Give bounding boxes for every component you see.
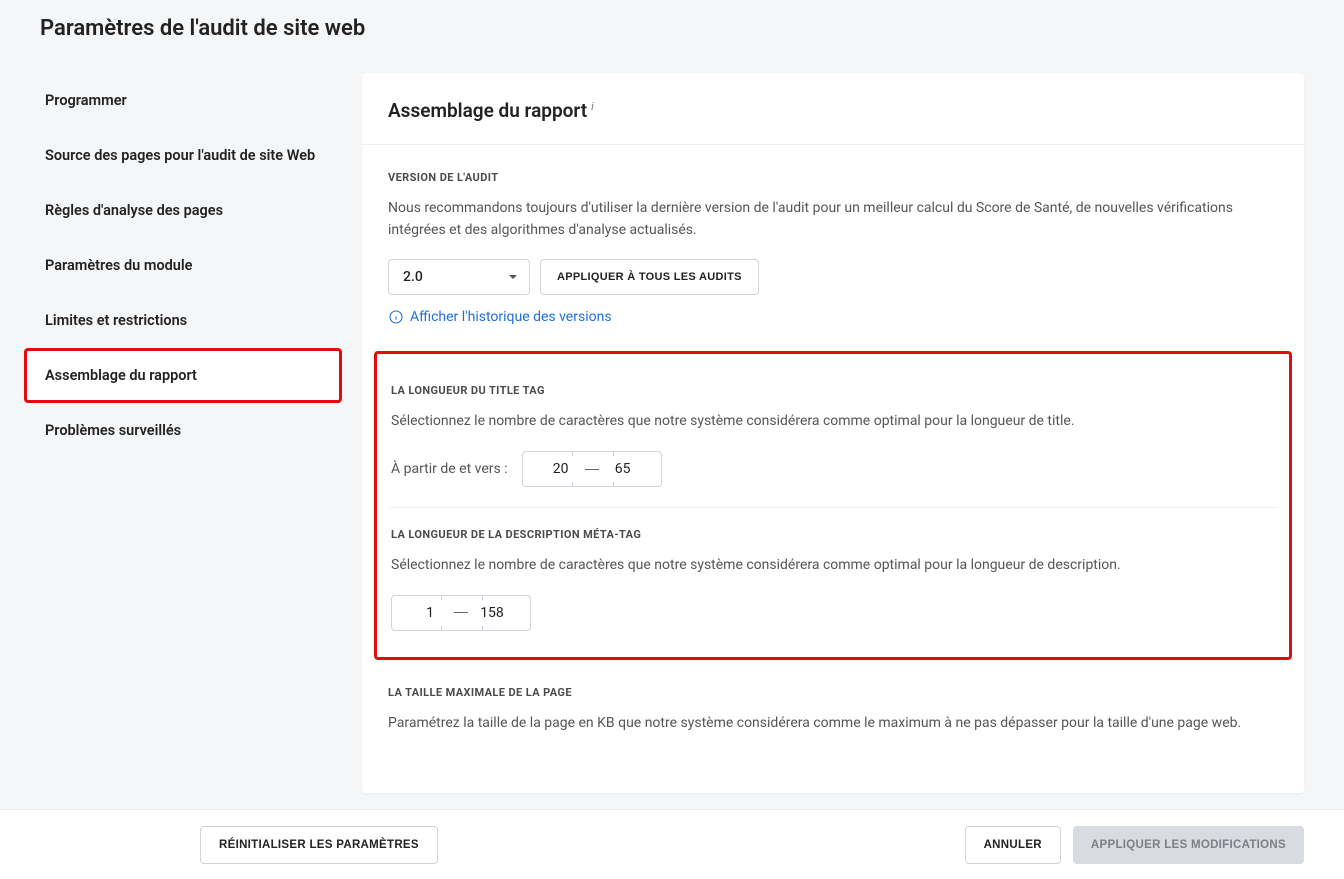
section-audit-version: VERSION DE L'AUDIT Nous recommandons tou… <box>362 145 1304 351</box>
meta-desc-to-value[interactable]: 158 <box>468 605 516 621</box>
audit-version-value: 2.0 <box>403 269 423 285</box>
title-tag-range-label: À partir de et vers : <box>391 461 508 477</box>
audit-version-description: Nous recommandons toujours d'utiliser la… <box>388 198 1278 241</box>
section-title-tag-length: LA LONGUEUR DU TITLE TAG Sélectionnez le… <box>389 364 1277 508</box>
cancel-button[interactable]: ANNULER <box>965 826 1061 864</box>
sidebar-item-monitored-issues[interactable]: Problèmes surveillés <box>24 403 342 458</box>
reset-settings-button[interactable]: RÉINITIALISER LES PARAMÈTRES <box>200 826 438 864</box>
version-history-link[interactable]: Afficher l'historique des versions <box>388 309 612 325</box>
title-tag-label: LA LONGUEUR DU TITLE TAG <box>391 384 1275 397</box>
title-tag-range-input[interactable]: 20 65 <box>522 451 662 487</box>
meta-desc-description: Sélectionnez le nombre de caractères que… <box>391 555 1275 577</box>
sidebar-item-limits[interactable]: Limites et restrictions <box>24 293 342 348</box>
panel-heading: Assemblage du rapport i <box>388 99 594 122</box>
meta-desc-range-input[interactable]: 1 158 <box>391 595 531 631</box>
meta-desc-label: LA LONGUEUR DE LA DESCRIPTION MÉTA-TAG <box>391 528 1275 541</box>
chevron-down-icon <box>507 271 519 283</box>
range-dash-icon <box>454 612 468 613</box>
sidebar-item-report-assembly[interactable]: Assemblage du rapport <box>24 348 342 403</box>
version-history-text: Afficher l'historique des versions <box>410 309 612 325</box>
title-tag-description: Sélectionnez le nombre de caractères que… <box>391 411 1275 433</box>
sidebar-item-module-settings[interactable]: Paramètres du module <box>24 238 342 293</box>
audit-version-label: VERSION DE L'AUDIT <box>388 171 1278 184</box>
page-size-description: Paramétrez la taille de la page en KB qu… <box>388 713 1278 735</box>
page-title: Paramètres de l'audit de site web <box>0 0 1344 59</box>
info-circle-icon <box>388 309 404 325</box>
sidebar-item-schedule[interactable]: Programmer <box>24 73 342 128</box>
meta-desc-from-value[interactable]: 1 <box>406 605 454 621</box>
section-max-page-size: LA TAILLE MAXIMALE DE LA PAGE Paramétrez… <box>388 660 1278 763</box>
section-meta-description-length: LA LONGUEUR DE LA DESCRIPTION MÉTA-TAG S… <box>389 508 1277 637</box>
audit-version-select[interactable]: 2.0 <box>388 259 530 295</box>
page-size-label: LA TAILLE MAXIMALE DE LA PAGE <box>388 686 1278 699</box>
panel-heading-text: Assemblage du rapport <box>388 99 587 122</box>
range-dash-icon <box>585 469 599 470</box>
footer-bar: RÉINITIALISER LES PARAMÈTRES ANNULER APP… <box>0 809 1344 879</box>
title-tag-to-value[interactable]: 65 <box>599 461 647 477</box>
settings-panel: Assemblage du rapport i VERSION DE L'AUD… <box>362 73 1304 793</box>
info-icon[interactable]: i <box>591 100 594 113</box>
title-tag-from-value[interactable]: 20 <box>537 461 585 477</box>
apply-changes-button: APPLIQUER LES MODIFICATIONS <box>1073 826 1304 864</box>
sidebar-item-analysis-rules[interactable]: Règles d'analyse des pages <box>24 183 342 238</box>
highlight-box: LA LONGUEUR DU TITLE TAG Sélectionnez le… <box>374 351 1292 659</box>
settings-sidebar: Programmer Source des pages pour l'audit… <box>24 73 342 793</box>
sidebar-item-page-source[interactable]: Source des pages pour l'audit de site We… <box>24 128 342 183</box>
apply-all-audits-button[interactable]: APPLIQUER À TOUS LES AUDITS <box>540 259 759 295</box>
